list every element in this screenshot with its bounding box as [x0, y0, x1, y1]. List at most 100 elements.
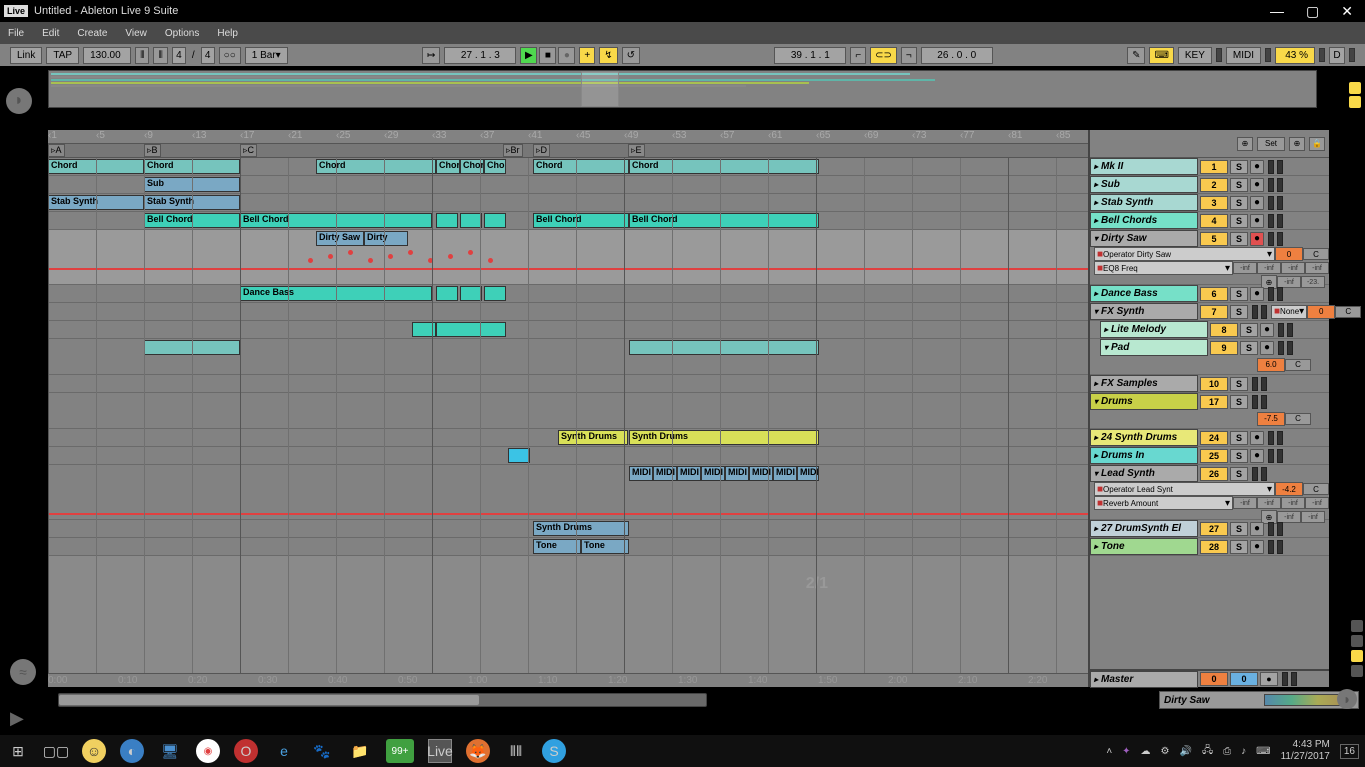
solo-button[interactable]: S	[1230, 305, 1248, 319]
delay-toggle[interactable]	[1351, 665, 1363, 677]
arm-button[interactable]: ●	[1250, 449, 1264, 463]
track-activator[interactable]: 26	[1200, 467, 1228, 481]
track-activator[interactable]: 10	[1200, 377, 1228, 391]
track-header[interactable]: ▸Dance Bass6S●	[1090, 285, 1329, 303]
tray-icon-4[interactable]: ⎙	[1223, 746, 1231, 757]
solo-button[interactable]: S	[1230, 287, 1248, 301]
clip[interactable]: Chor	[484, 159, 506, 174]
track-lane[interactable]	[48, 375, 1088, 393]
track-header[interactable]: ▾Lead Synth26S■ Operator Lead Synt ▾-4.2…	[1090, 465, 1329, 520]
menu-edit[interactable]: Edit	[42, 28, 59, 39]
system-tray[interactable]: ˄ ✦ ☁ ⚙ 🔊 🖧 ⎙ ♪ ⌨ 4:43 PM 11/27/2017 16	[1106, 739, 1359, 763]
tray-icon-1[interactable]: ✦	[1122, 746, 1130, 757]
locator-E[interactable]: ▹E	[628, 144, 645, 157]
solo-button[interactable]: S	[1240, 341, 1258, 355]
clip[interactable]: Dirty	[364, 231, 408, 246]
track-activator[interactable]: 24	[1200, 431, 1228, 445]
menu-view[interactable]: View	[125, 28, 147, 39]
locator-C[interactable]: ▹C	[240, 144, 257, 157]
solo-button[interactable]: S	[1230, 467, 1248, 481]
task-view-icon[interactable]: ▢▢	[44, 739, 68, 763]
lock-button[interactable]: 🔒	[1309, 137, 1325, 151]
taskbar-app-3[interactable]: 🖥	[158, 739, 182, 763]
track-activator[interactable]: 1	[1200, 160, 1228, 174]
arm-button[interactable]: ●	[1250, 160, 1264, 174]
arm-button[interactable]: ●	[1250, 287, 1264, 301]
send-value[interactable]: 6.0	[1257, 358, 1285, 372]
chrome-icon[interactable]: ◉	[196, 739, 220, 763]
arm-button[interactable]: ●	[1250, 540, 1264, 554]
track-activator[interactable]: 9	[1210, 341, 1238, 355]
punch-in-button[interactable]: ⌐	[850, 47, 866, 64]
groove-pool-icon[interactable]: ≈	[10, 659, 36, 685]
master-send-a[interactable]: 0	[1200, 672, 1228, 686]
clip[interactable]: Chor	[436, 159, 460, 174]
menu-options[interactable]: Options	[165, 28, 199, 39]
clip[interactable]	[436, 286, 458, 301]
track-title[interactable]: ▾FX Synth	[1090, 303, 1198, 320]
clip[interactable]: Tone	[581, 539, 629, 554]
send-c[interactable]: C	[1285, 413, 1311, 425]
track-lane[interactable]: Dance Bass	[48, 285, 1088, 303]
clip[interactable]: Synth Drums	[558, 430, 628, 445]
skype-icon[interactable]: S	[542, 739, 566, 763]
track-lane[interactable]: Bell ChordBell ChordBell ChordBell Chord	[48, 212, 1088, 230]
notification-count[interactable]: 16	[1340, 744, 1359, 759]
locator-A[interactable]: ▹A	[48, 144, 65, 157]
clip[interactable]: MIDI	[677, 466, 701, 481]
play-button[interactable]: ▶	[520, 47, 537, 64]
arm-button[interactable]: ●	[1260, 341, 1274, 355]
param-value[interactable]: -inf	[1233, 262, 1257, 274]
midi-map-button[interactable]: MIDI	[1226, 47, 1261, 64]
track-activator[interactable]: 25	[1200, 449, 1228, 463]
track-header[interactable]: ▸Bell Chords4S●	[1090, 212, 1329, 230]
track-lane[interactable]: Stab SynthStab Synth	[48, 194, 1088, 212]
tray-icon-5[interactable]: ♪	[1241, 746, 1246, 757]
track-title[interactable]: ▸Stab Synth	[1090, 194, 1198, 211]
track-activator[interactable]: 27	[1200, 522, 1228, 536]
loop-start[interactable]: 39 . 1 . 1	[774, 47, 846, 64]
loop-button[interactable]: ⊂⊃	[870, 47, 897, 64]
clip[interactable]	[484, 213, 506, 228]
track-activator[interactable]: 8	[1210, 323, 1238, 337]
track-header[interactable]: ▸Lite Melody8S●	[1090, 321, 1329, 339]
arm-button[interactable]: ●	[1250, 522, 1264, 536]
param-c[interactable]: C	[1335, 306, 1361, 318]
clip[interactable]: Chord	[316, 159, 436, 174]
clip[interactable]	[629, 340, 819, 355]
tray-keyboard-icon[interactable]: ⌨	[1256, 746, 1270, 757]
track-title[interactable]: ▾Lead Synth	[1090, 465, 1198, 482]
solo-button[interactable]: S	[1230, 377, 1248, 391]
track-header[interactable]: ▸27 DrumSynth El27S●	[1090, 520, 1329, 538]
track-title[interactable]: ▸24 Synth Drums	[1090, 429, 1198, 446]
timesig-den[interactable]: 4	[201, 47, 215, 64]
clip[interactable]: Synth Drums	[533, 521, 629, 536]
track-activator[interactable]: 5	[1200, 232, 1228, 246]
track-lane[interactable]: Synth Drums	[48, 520, 1088, 538]
clip[interactable]: MIDI	[629, 466, 653, 481]
taskbar-app-4[interactable]: 🐾	[310, 739, 334, 763]
solo-button[interactable]: S	[1230, 232, 1248, 246]
sends-toggle[interactable]	[1351, 635, 1363, 647]
menu-create[interactable]: Create	[77, 28, 107, 39]
clip[interactable]	[460, 286, 482, 301]
device-param-chooser[interactable]: ■ Reverb Amount ▾	[1094, 496, 1233, 510]
track-title[interactable]: ▸Drums In	[1090, 447, 1198, 464]
solo-button[interactable]: S	[1230, 395, 1248, 409]
link-button[interactable]: Link	[10, 47, 42, 64]
device-param-chooser[interactable]: ■ EQ8 Freq ▾	[1094, 261, 1233, 275]
tracks-area[interactable]: ChordChordChordChorChorChorChordChordSub…	[48, 158, 1088, 673]
tempo-nudge-up[interactable]: ⦀	[153, 47, 167, 64]
taskbar-app-1[interactable]: ☺	[82, 739, 106, 763]
locator-row[interactable]: ▹A▹B▹C▹Br▹D▹E	[48, 144, 1088, 158]
track-header[interactable]: ▸Stab Synth3S●	[1090, 194, 1329, 212]
clip[interactable]: Chord	[629, 159, 819, 174]
master-send-b[interactable]: 0	[1230, 672, 1258, 686]
close-button[interactable]: ✕	[1341, 3, 1353, 20]
rail-dot-1[interactable]	[1349, 82, 1361, 94]
locator-D[interactable]: ▹D	[533, 144, 550, 157]
tempo-field[interactable]: 130.00	[83, 47, 131, 64]
quantize-menu[interactable]: 1 Bar ▾	[245, 47, 288, 64]
param-value[interactable]: 0	[1275, 247, 1303, 261]
track-lane[interactable]: Synth DrumsSynth Drums	[48, 429, 1088, 447]
